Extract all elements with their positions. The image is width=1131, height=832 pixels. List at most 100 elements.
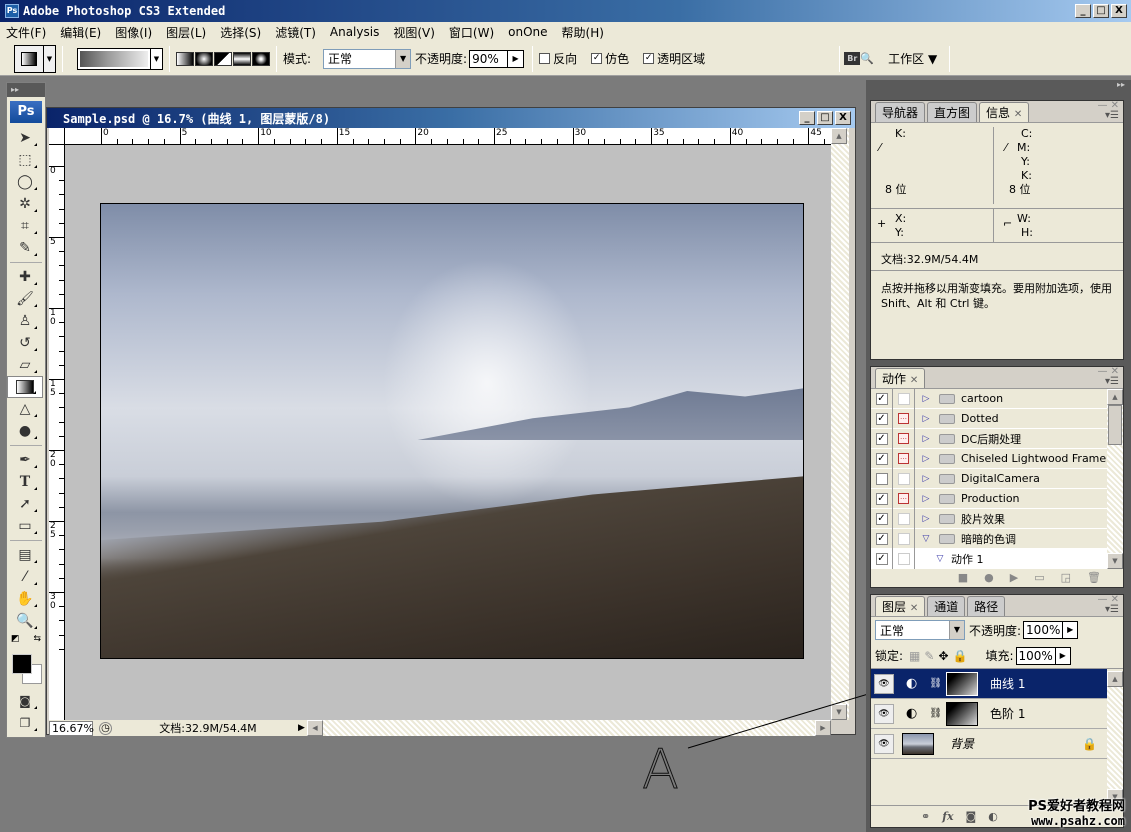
lasso-tool-icon[interactable]: ◯ [7,171,43,193]
vertical-ruler[interactable]: 0 5 10 15 20 25 30 [49,145,65,720]
layers-scrollbar[interactable]: ▲ ▼ [1107,671,1123,805]
blur-tool-icon[interactable]: △ [7,398,43,420]
horizontal-scrollbar[interactable]: ◀ ▶ [306,720,831,736]
tab-paths[interactable]: 路径 [967,596,1006,616]
tab-actions[interactable]: 动作 ✕ [875,368,926,388]
dither-checkbox[interactable]: ✓ 仿色 [591,50,629,67]
action-item[interactable]: ✓ … ▷ Chiseled Lightwood Frame [871,448,1107,469]
doc-close-button[interactable]: X [835,111,851,125]
menu-filter[interactable]: 滤镜(T) [275,24,316,41]
menu-image[interactable]: 图像(I) [115,24,152,41]
tab-channels[interactable]: 通道 [927,596,966,616]
menu-layer[interactable]: 图层(L) [166,24,206,41]
horizontal-ruler[interactable]: 0 5 10 15 20 25 30 35 40 45 [65,128,831,145]
tool-preset-picker[interactable]: ▼ [14,44,56,73]
dodge-tool-icon[interactable]: ● [7,420,43,442]
opacity-input[interactable]: 90% ▶ [469,49,525,68]
panel-menu-icon[interactable]: ▾☰ [1105,376,1119,387]
action-item[interactable]: ✓ … ▷ Production [871,488,1107,509]
lock-transparency-icon[interactable]: ▦ [909,649,920,663]
panel-menu-icon[interactable]: ▾☰ [1105,110,1119,121]
mode-select[interactable]: 正常 ▼ [323,48,412,69]
tab-info[interactable]: 信息 ✕ [979,102,1030,122]
path-selection-tool-icon[interactable]: ➚ [7,493,43,515]
menu-window[interactable]: 窗口(W) [449,24,494,41]
triangle-right-icon[interactable]: ▶ [507,50,523,67]
eye-icon[interactable]: 👁 [874,673,894,694]
gradient-picker[interactable]: ▼ [77,47,163,70]
workspace-button[interactable]: 工作区 ▼ [888,50,937,67]
new-action-icon[interactable]: ◲ [1061,571,1071,584]
gradient-tool-icon[interactable] [7,376,43,398]
scroll-down-icon[interactable]: ▼ [831,704,847,720]
triangle-right-icon[interactable]: ▷ [919,514,933,524]
action-item[interactable]: ✓ ▷ 胶片效果 [871,508,1107,529]
status-info-icon[interactable]: ◷ [99,721,112,735]
scroll-right-icon[interactable]: ▶ [815,720,831,736]
magic-wand-tool-icon[interactable]: ✲ [7,193,43,215]
tab-histogram[interactable]: 直方图 [927,102,978,122]
transparency-checkbox[interactable]: ✓ 透明区域 [643,50,705,67]
menu-view[interactable]: 视图(V) [393,24,435,41]
reflected-gradient-button[interactable] [233,51,251,66]
panel-menu-icon[interactable]: ▾☰ [1105,604,1119,615]
action-item[interactable]: ✓ ▽ 暗暗的色调 [871,528,1107,549]
healing-brush-tool-icon[interactable]: ✚ [7,266,43,288]
dialog-toggle-empty[interactable] [897,472,910,485]
pen-tool-icon[interactable]: ✒ [7,449,43,471]
menu-select[interactable]: 选择(S) [220,24,261,41]
add-mask-icon[interactable]: ◙ [966,810,977,823]
action-item[interactable]: ✓ ▽ 动作 1 [871,548,1107,569]
canvas-area[interactable] [65,145,831,720]
dialog-toggle-icon[interactable]: … [898,413,909,424]
dialog-toggle-empty[interactable] [897,532,910,545]
menu-help[interactable]: 帮助(H) [562,24,604,41]
dialog-toggle-empty[interactable] [897,512,910,525]
quick-mask-icon[interactable]: ◙ [7,690,43,712]
triangle-right-icon[interactable]: ▶ [1054,647,1070,664]
stop-icon[interactable]: ■ [958,571,968,584]
action-item[interactable]: ✓ ▷ cartoon [871,389,1107,409]
checkmark-icon[interactable]: ✓ [875,432,888,445]
actions-scrollbar[interactable]: ▲ ▼ [1107,389,1123,569]
zoom-level[interactable]: 16.67% [49,720,94,736]
default-colors-icon[interactable]: ◩ [11,634,20,644]
eye-icon[interactable]: 👁 [874,733,894,754]
fx-icon[interactable]: fx [942,810,953,823]
lock-all-icon[interactable]: 🔒 [953,649,968,663]
screen-mode-icon[interactable]: ❐ [7,712,43,734]
menu-onone[interactable]: onOne [508,25,547,39]
close-icon[interactable]: ✕ [1014,109,1022,120]
blend-mode-select[interactable]: 正常 ▼ [875,620,965,640]
layer-mask-thumbnail[interactable] [946,671,979,696]
checkmark-icon[interactable]: ✓ [875,452,888,465]
scroll-up-icon[interactable]: ▲ [831,128,847,144]
action-item[interactable]: ✓ … ▷ Dotted [871,408,1107,429]
angle-gradient-button[interactable] [214,51,232,66]
checkmark-icon[interactable]: ✓ [875,412,888,425]
action-item[interactable]: ✓ … ▷ DC后期处理 [871,428,1107,449]
bridge-button[interactable]: Br 🔍 [844,49,874,69]
fill-input[interactable]: 100% ▶ [1015,646,1071,665]
marquee-tool-icon[interactable]: ⬚ [7,149,43,171]
ruler-origin[interactable] [49,128,65,145]
layer-mask-thumbnail[interactable] [946,701,979,726]
tab-navigator[interactable]: 导航器 [875,102,926,122]
close-icon[interactable]: ✕ [910,375,918,386]
layer-row[interactable]: 👁 背景 🔒 [871,729,1107,759]
play-icon[interactable]: ▶ [1010,571,1018,584]
hand-tool-icon[interactable]: ✋ [7,588,43,610]
brush-tool-icon[interactable]: 🖌 [7,288,43,310]
zoom-tool-icon[interactable]: 🔍 [7,610,43,632]
clone-stamp-tool-icon[interactable]: ♙ [7,310,43,332]
lock-image-icon[interactable]: ✎ [924,649,934,663]
menu-edit[interactable]: 编辑(E) [60,24,101,41]
triangle-right-icon[interactable]: ▷ [919,494,933,504]
checkmark-icon[interactable]: ✓ [875,532,888,545]
minimize-button[interactable]: _ [1075,4,1091,18]
doc-minimize-button[interactable]: _ [799,111,815,125]
layer-opacity-input[interactable]: 100% ▶ [1023,621,1079,639]
triangle-right-icon[interactable]: ▷ [919,434,933,444]
scroll-thumb[interactable] [1108,405,1122,445]
linear-gradient-button[interactable] [176,51,194,66]
